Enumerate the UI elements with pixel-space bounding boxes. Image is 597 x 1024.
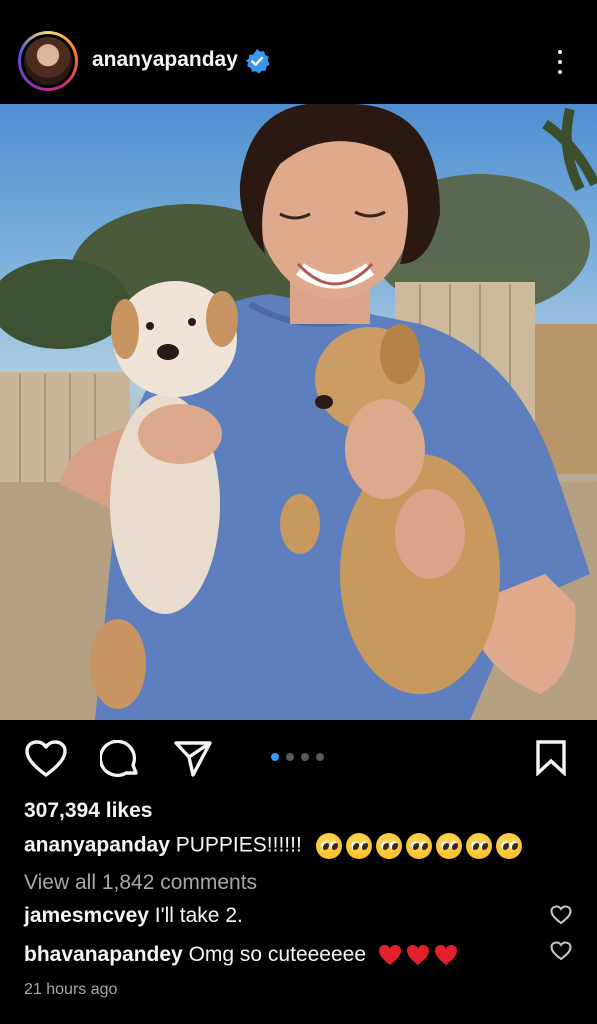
carousel-indicator [270,753,330,763]
red-heart-icon [434,945,457,966]
pleading-face-icon [345,833,372,859]
avatar [24,37,72,85]
post-header: ananyapanday [0,0,597,104]
story-ring[interactable] [18,31,78,91]
pleading-face-emojis [315,833,522,859]
caption-username[interactable]: ananyapanday [24,834,170,857]
pleading-face-icon [315,833,342,859]
comment-bubble-icon[interactable] [100,740,140,780]
pleading-face-icon [465,833,492,859]
share-send-icon[interactable] [173,740,213,778]
pleading-face-icon [375,833,402,859]
pleading-face-icon [435,833,462,859]
comment-like-heart-icon[interactable] [550,940,572,962]
carousel-dot [316,753,324,761]
comment-row: bhavanapandey Omg so cuteeeeee [24,943,458,967]
view-all-comments-link[interactable]: View all 1,842 comments [24,871,257,895]
carousel-dot [286,753,294,761]
comment-text: I'll take 2. [154,904,243,927]
carousel-dot-active [271,753,279,761]
comment-username[interactable]: jamesmcvey [24,904,149,927]
red-heart-icon [378,945,401,966]
pleading-face-icon [495,833,522,859]
like-heart-icon[interactable] [25,740,67,778]
comment-row: jamesmcvey I'll take 2. [24,904,243,928]
red-heart-icon [406,945,429,966]
save-bookmark-icon[interactable] [535,740,567,776]
post-timestamp: 21 hours ago [24,981,118,998]
carousel-dot [301,753,309,761]
post-caption: ananyapanday PUPPIES!!!!!! [24,833,522,859]
post-username[interactable]: ananyapanday [92,48,238,72]
likes-count[interactable]: 307,394 likes [24,799,152,823]
red-hearts-emojis [378,944,458,966]
pleading-face-icon [405,833,432,859]
comment-username[interactable]: bhavanapandey [24,943,183,966]
comment-text: Omg so cuteeeeee [188,943,367,966]
photo-illustration [0,104,597,720]
verified-badge-icon [245,49,270,74]
caption-text: PUPPIES!!!!!! [175,833,302,857]
post-photo[interactable] [0,104,597,720]
comment-like-heart-icon[interactable] [550,904,572,926]
more-vertical-icon[interactable] [548,42,572,82]
